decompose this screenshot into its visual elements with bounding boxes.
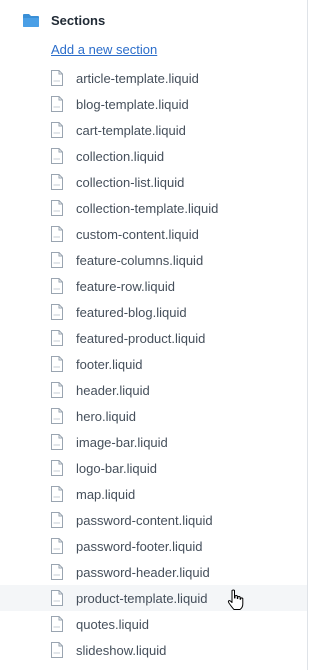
file-item[interactable]: featured-blog.liquid — [0, 299, 307, 325]
file-name: slideshow.liquid — [76, 642, 167, 658]
file-item[interactable]: custom-content.liquid — [0, 221, 307, 247]
file-icon — [51, 434, 63, 450]
file-item[interactable]: product-template.liquid — [0, 585, 307, 611]
file-name: custom-content.liquid — [76, 226, 199, 242]
file-icon — [51, 330, 63, 346]
file-item[interactable]: collection-template.liquid — [0, 195, 307, 221]
file-icon — [51, 590, 63, 606]
file-name: featured-blog.liquid — [76, 304, 187, 320]
file-icon — [51, 304, 63, 320]
file-name: hero.liquid — [76, 408, 136, 424]
file-name: header.liquid — [76, 382, 150, 398]
folder-icon — [22, 12, 40, 28]
file-item[interactable]: article-template.liquid — [0, 65, 307, 91]
file-item[interactable]: collection-list.liquid — [0, 169, 307, 195]
file-name: logo-bar.liquid — [76, 460, 157, 476]
file-name: quotes.liquid — [76, 616, 149, 632]
file-name: map.liquid — [76, 486, 136, 502]
file-icon — [51, 486, 63, 502]
file-name: collection.liquid — [76, 148, 165, 164]
sections-header[interactable]: Sections — [22, 10, 105, 30]
file-name: password-footer.liquid — [76, 538, 203, 554]
file-name: footer.liquid — [76, 356, 143, 372]
file-icon — [51, 226, 63, 242]
file-item[interactable]: featured-product.liquid — [0, 325, 307, 351]
file-icon — [51, 122, 63, 138]
file-icon — [51, 278, 63, 294]
file-item[interactable]: logo-bar.liquid — [0, 455, 307, 481]
file-icon — [51, 148, 63, 164]
file-item[interactable]: footer.liquid — [0, 351, 307, 377]
file-icon — [51, 70, 63, 86]
file-item[interactable]: header.liquid — [0, 377, 307, 403]
file-name: password-header.liquid — [76, 564, 210, 580]
file-name: password-content.liquid — [76, 512, 213, 528]
file-name: cart-template.liquid — [76, 122, 186, 138]
file-icon — [51, 538, 63, 554]
add-new-section-link[interactable]: Add a new section — [51, 42, 157, 58]
sections-panel: Sections Add a new section article-templ… — [0, 0, 308, 670]
file-icon — [51, 564, 63, 580]
file-item[interactable]: password-content.liquid — [0, 507, 307, 533]
file-name: blog-template.liquid — [76, 96, 189, 112]
sections-title: Sections — [51, 12, 106, 28]
file-icon — [51, 408, 63, 424]
file-icon — [51, 382, 63, 398]
file-name: collection-list.liquid — [76, 174, 185, 190]
file-item[interactable]: collection.liquid — [0, 143, 307, 169]
file-icon — [51, 174, 63, 190]
hand-pointer-icon — [227, 589, 245, 611]
file-icon — [51, 642, 63, 658]
file-item[interactable]: quotes.liquid — [0, 611, 307, 637]
file-name: collection-template.liquid — [76, 200, 219, 216]
file-name: image-bar.liquid — [76, 434, 168, 450]
file-name: feature-columns.liquid — [76, 252, 204, 268]
file-icon — [51, 356, 63, 372]
file-icon — [51, 200, 63, 216]
file-item[interactable]: feature-row.liquid — [0, 273, 307, 299]
file-name: article-template.liquid — [76, 70, 199, 86]
file-icon — [51, 460, 63, 476]
file-item[interactable]: blog-template.liquid — [0, 91, 307, 117]
file-item[interactable]: image-bar.liquid — [0, 429, 307, 455]
file-icon — [51, 616, 63, 632]
file-name: feature-row.liquid — [76, 278, 175, 294]
file-icon — [51, 512, 63, 528]
file-item[interactable]: feature-columns.liquid — [0, 247, 307, 273]
file-icon — [51, 252, 63, 268]
file-item[interactable]: map.liquid — [0, 481, 307, 507]
file-name: product-template.liquid — [76, 590, 208, 606]
file-item[interactable]: cart-template.liquid — [0, 117, 307, 143]
file-item[interactable]: slideshow.liquid — [0, 637, 307, 663]
file-item[interactable]: password-header.liquid — [0, 559, 307, 585]
file-item[interactable]: hero.liquid — [0, 403, 307, 429]
file-list: article-template.liquid blog-template.liq… — [0, 65, 307, 663]
file-item[interactable]: password-footer.liquid — [0, 533, 307, 559]
file-name: featured-product.liquid — [76, 330, 206, 346]
file-icon — [51, 96, 63, 112]
